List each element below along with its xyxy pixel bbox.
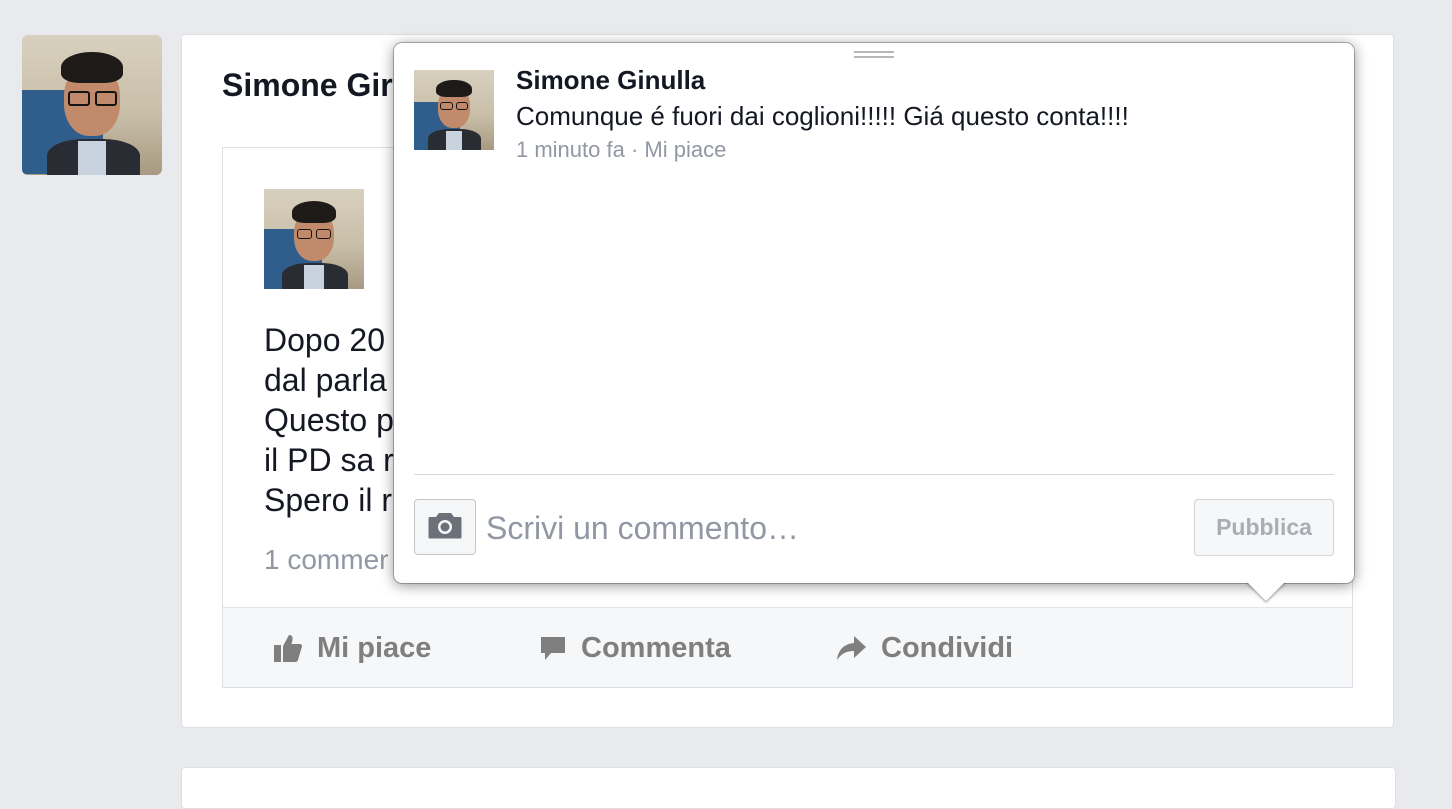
comments-popup: Simone Ginulla Comunque é fuori dai cogl… xyxy=(394,43,1354,601)
post-text-line: il PD sa r xyxy=(264,442,394,478)
popup-pointer xyxy=(1246,581,1286,601)
post-author-name[interactable]: Simone Gir xyxy=(222,67,393,104)
attach-photo-button[interactable] xyxy=(414,499,476,555)
comment-label: Commenta xyxy=(581,631,731,664)
share-label: Condividi xyxy=(881,631,1014,664)
camera-icon xyxy=(428,511,462,544)
drag-handle[interactable] xyxy=(854,51,894,59)
comment-like-link[interactable]: Mi piace xyxy=(644,137,726,162)
comment-author-name[interactable]: Simone Ginulla xyxy=(516,65,705,96)
composer-divider xyxy=(414,474,1334,475)
post-text-line: dal parla xyxy=(264,362,387,398)
like-button[interactable]: Mi piace xyxy=(273,608,431,688)
meta-separator: · xyxy=(624,137,645,162)
share-button[interactable]: Condividi xyxy=(835,608,1013,688)
comment-meta: 1 minuto fa · Mi piace xyxy=(516,137,726,163)
post-text: Dopo 20 dal parla Questo p il PD sa r Sp… xyxy=(264,320,394,520)
profile-avatar[interactable] xyxy=(22,35,162,175)
comment-count-link[interactable]: 1 commer xyxy=(264,544,388,576)
share-arrow-icon xyxy=(835,634,867,662)
comment-input[interactable] xyxy=(486,503,1176,553)
post-text-line: Spero il r xyxy=(264,482,393,518)
post-text-line: Questo p xyxy=(264,402,394,438)
shared-post-avatar[interactable] xyxy=(264,189,364,289)
comment-author-avatar[interactable] xyxy=(414,70,494,150)
publish-button[interactable]: Pubblica xyxy=(1194,499,1334,556)
thumbs-up-icon xyxy=(273,633,303,663)
comment-text: Comunque é fuori dai coglioni!!!!! Giá q… xyxy=(516,101,1129,131)
like-label: Mi piace xyxy=(317,631,432,664)
post-text-line: Dopo 20 xyxy=(264,322,385,358)
comment-button[interactable]: Commenta xyxy=(539,608,731,688)
post-action-bar: Mi piace Commenta Condividi xyxy=(223,607,1352,687)
comment-time: 1 minuto fa xyxy=(516,137,625,162)
speech-bubble-icon xyxy=(539,634,567,662)
next-post-card xyxy=(181,767,1396,809)
